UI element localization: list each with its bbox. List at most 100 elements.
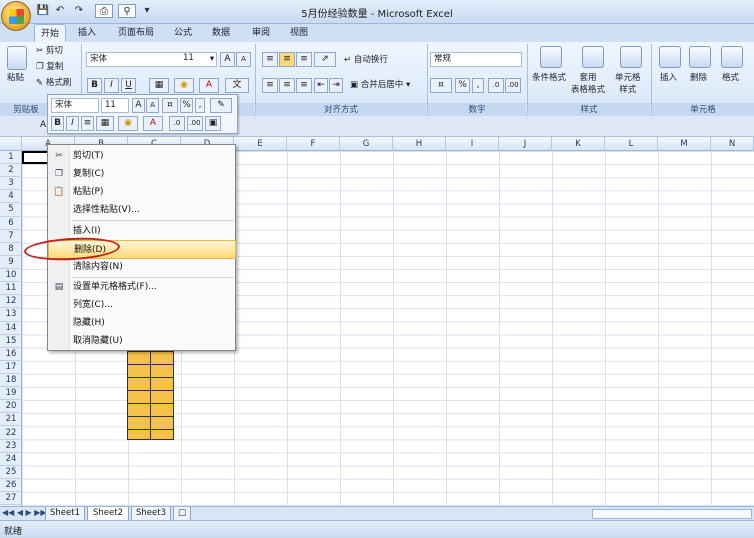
insert-cells-button[interactable]: 插入 (660, 72, 677, 84)
merge-center-button[interactable]: ▣ 合并后居中 ▾ (350, 79, 410, 91)
italic-button[interactable]: I (104, 78, 119, 93)
delete-cells-icon[interactable] (689, 46, 711, 68)
new-sheet-icon[interactable]: □ (173, 507, 191, 521)
row-header[interactable]: 8 (0, 243, 22, 256)
row-header[interactable]: 24 (0, 453, 22, 466)
align-middle-icon[interactable]: ≡ (279, 52, 295, 67)
tab-home[interactable]: 开始 (34, 24, 66, 42)
mini-merge-icon[interactable]: ▣ (205, 116, 221, 131)
row-header[interactable]: 21 (0, 413, 22, 427)
print-preview-icon[interactable]: ⚲ (118, 4, 136, 18)
number-format-box[interactable]: 常规 (430, 52, 522, 67)
undo-icon[interactable]: ↶ (53, 4, 67, 18)
paste-button[interactable]: 粘贴 (7, 72, 24, 84)
customize-toolbar-icon[interactable]: ▾ (140, 4, 154, 18)
bold-button[interactable]: B (87, 78, 102, 93)
row-header[interactable]: 19 (0, 387, 22, 401)
mini-border-icon[interactable]: ▦ (96, 116, 114, 131)
mini-size-box[interactable]: 11 (101, 98, 129, 113)
column-header[interactable]: N (711, 137, 754, 151)
horizontal-scrollbar[interactable] (592, 509, 752, 519)
copy-button[interactable]: ❐ 复制 (36, 61, 63, 73)
grow-font-icon[interactable]: A (220, 52, 235, 67)
tab-data[interactable]: 数据 (206, 24, 236, 42)
select-all[interactable] (0, 137, 22, 151)
cut-button[interactable]: ✂ 剪切 (36, 45, 63, 57)
sheet-tab-2[interactable]: Sheet2 (87, 507, 129, 521)
sheet-tab-1[interactable]: Sheet1 (45, 507, 85, 521)
column-header[interactable]: L (605, 137, 658, 151)
row-header[interactable]: 14 (0, 322, 22, 335)
align-top-icon[interactable]: ≡ (262, 52, 278, 67)
align-bottom-icon[interactable]: ≡ (296, 52, 312, 67)
column-header[interactable]: M (658, 137, 711, 151)
currency-icon[interactable]: ¤ (430, 78, 452, 93)
font-color-icon[interactable]: A (199, 78, 219, 93)
format-cells-icon[interactable] (721, 46, 743, 68)
decrease-indent-icon[interactable]: ⇤ (314, 78, 328, 93)
menu-item-unhide[interactable]: 取消隐藏(U) (48, 332, 236, 351)
cell-styles-button[interactable]: 单元格 样式 (615, 72, 641, 96)
tab-insert[interactable]: 插入 (72, 24, 102, 42)
mini-font-color-icon[interactable]: A (143, 116, 163, 131)
row-header[interactable]: 2 (0, 164, 22, 178)
row-header[interactable]: 5 (0, 203, 22, 217)
mini-increase-decimal-icon[interactable]: .0 (169, 116, 185, 131)
underline-button[interactable]: U (121, 78, 136, 93)
row-header[interactable]: 10 (0, 269, 22, 283)
orientation-icon[interactable]: ⇗ (314, 52, 336, 67)
align-center-icon[interactable]: ≡ (279, 78, 295, 93)
row-header[interactable]: 15 (0, 335, 22, 348)
paste-icon[interactable] (7, 46, 27, 70)
column-header[interactable]: F (287, 137, 340, 151)
conditional-format-button[interactable]: 条件格式 (532, 72, 566, 84)
mini-fill-color-icon[interactable]: ◉ (118, 116, 138, 131)
font-size-box[interactable]: 11 (180, 52, 218, 67)
wrap-text-button[interactable]: ↵ 自动换行 (344, 54, 388, 66)
mini-grow-font-icon[interactable]: A (132, 98, 145, 113)
tab-review[interactable]: 审阅 (246, 24, 276, 42)
comma-icon[interactable]: , (472, 78, 484, 93)
redo-icon[interactable]: ↷ (72, 4, 86, 18)
mini-decrease-decimal-icon[interactable]: .00 (187, 116, 203, 131)
save-icon[interactable]: 💾 (36, 4, 50, 18)
column-header[interactable]: E (234, 137, 287, 151)
column-header[interactable]: H (393, 137, 446, 151)
phonetic-icon[interactable]: 文 (225, 78, 249, 93)
table-format-icon[interactable] (582, 46, 604, 68)
row-header[interactable]: 9 (0, 256, 22, 270)
mini-currency-icon[interactable]: ¤ (162, 98, 178, 113)
format-painter-button[interactable]: ✎ 格式刷 (36, 77, 71, 89)
menu-item-copy[interactable]: ❐ 复制(C) (48, 165, 236, 184)
mini-shrink-font-icon[interactable]: A (146, 98, 159, 113)
sheet-nav-icon[interactable]: ◀◀ ◀ ▶ ▶▶ (2, 508, 47, 517)
row-header[interactable]: 16 (0, 348, 22, 361)
quick-print-icon[interactable]: ⎙ (95, 4, 113, 18)
increase-decimal-icon[interactable]: .0 (488, 78, 504, 93)
row-header[interactable]: 20 (0, 400, 22, 414)
insert-cells-icon[interactable] (659, 46, 681, 68)
column-header[interactable]: G (340, 137, 393, 151)
border-icon[interactable]: ▦ (149, 78, 169, 93)
sheet-tab-3[interactable]: Sheet3 (131, 507, 171, 521)
row-header[interactable]: 22 (0, 427, 22, 440)
delete-cells-button[interactable]: 删除 (690, 72, 707, 84)
row-header[interactable]: 23 (0, 440, 22, 453)
row-header[interactable]: 11 (0, 282, 22, 296)
mini-percent-icon[interactable]: % (180, 98, 193, 113)
tab-page-layout[interactable]: 页面布局 (110, 24, 162, 42)
mini-center-icon[interactable]: ≡ (81, 116, 94, 131)
align-left-icon[interactable]: ≡ (262, 78, 278, 93)
row-header[interactable]: 18 (0, 374, 22, 388)
increase-indent-icon[interactable]: ⇥ (329, 78, 343, 93)
row-header[interactable]: 17 (0, 361, 22, 374)
row-header[interactable]: 6 (0, 217, 22, 230)
tab-formulas[interactable]: 公式 (168, 24, 198, 42)
column-header[interactable]: I (446, 137, 499, 151)
menu-item-paste-special[interactable]: 选择性粘贴(V)... (48, 201, 236, 220)
row-header[interactable]: 1 (0, 151, 22, 165)
mini-comma-icon[interactable]: , (195, 98, 205, 113)
menu-item-format-cells[interactable]: ▤ 设置单元格格式(F)... (48, 278, 236, 297)
table-format-button[interactable]: 套用 表格格式 (571, 72, 605, 96)
menu-item-cut[interactable]: ✂ 剪切(T) (48, 147, 236, 166)
